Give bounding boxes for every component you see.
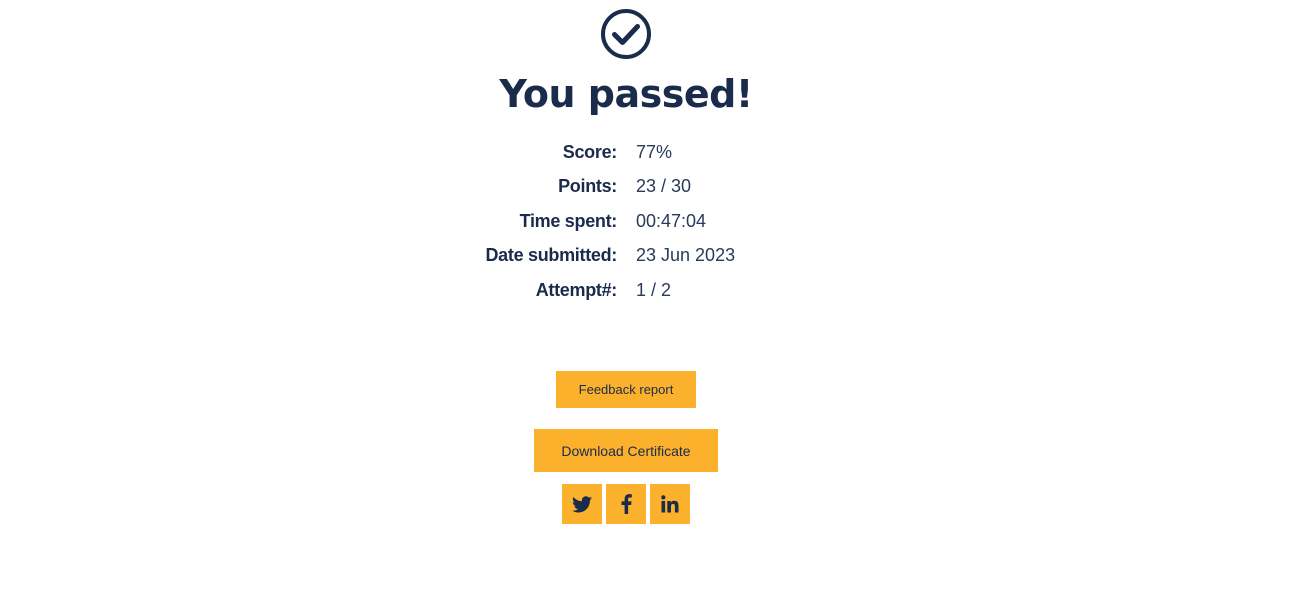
- feedback-report-button[interactable]: Feedback report: [556, 371, 696, 408]
- share-twitter-button[interactable]: [562, 484, 602, 524]
- stat-row-date-submitted: Date submitted: 23 Jun 2023: [0, 240, 1294, 270]
- share-facebook-button[interactable]: [606, 484, 646, 524]
- twitter-icon: [572, 495, 592, 512]
- stat-row-score: Score: 77%: [0, 137, 1294, 167]
- stat-value: 77%: [636, 142, 673, 162]
- share-linkedin-button[interactable]: [650, 484, 690, 524]
- facebook-icon: [621, 494, 632, 514]
- stat-label: Attempt#:: [535, 280, 618, 300]
- stat-value: 23 / 30: [636, 176, 692, 196]
- stat-label: Time spent:: [519, 211, 618, 231]
- download-certificate-button[interactable]: Download Certificate: [534, 429, 718, 472]
- linkedin-icon: [661, 495, 679, 513]
- stat-row-time-spent: Time spent: 00:47:04: [0, 206, 1294, 236]
- stat-row-attempt: Attempt#: 1 / 2: [0, 275, 1294, 305]
- check-circle-icon: [601, 9, 651, 59]
- stat-row-points: Points: 23 / 30: [0, 171, 1294, 201]
- result-title: You passed!: [499, 72, 753, 116]
- stat-label: Date submitted:: [485, 245, 617, 265]
- stat-label: Score:: [562, 142, 618, 162]
- stat-value: 1 / 2: [636, 280, 672, 300]
- stat-value: 00:47:04: [636, 211, 707, 231]
- stat-label: Points:: [558, 176, 617, 196]
- stat-value: 23 Jun 2023: [636, 245, 736, 265]
